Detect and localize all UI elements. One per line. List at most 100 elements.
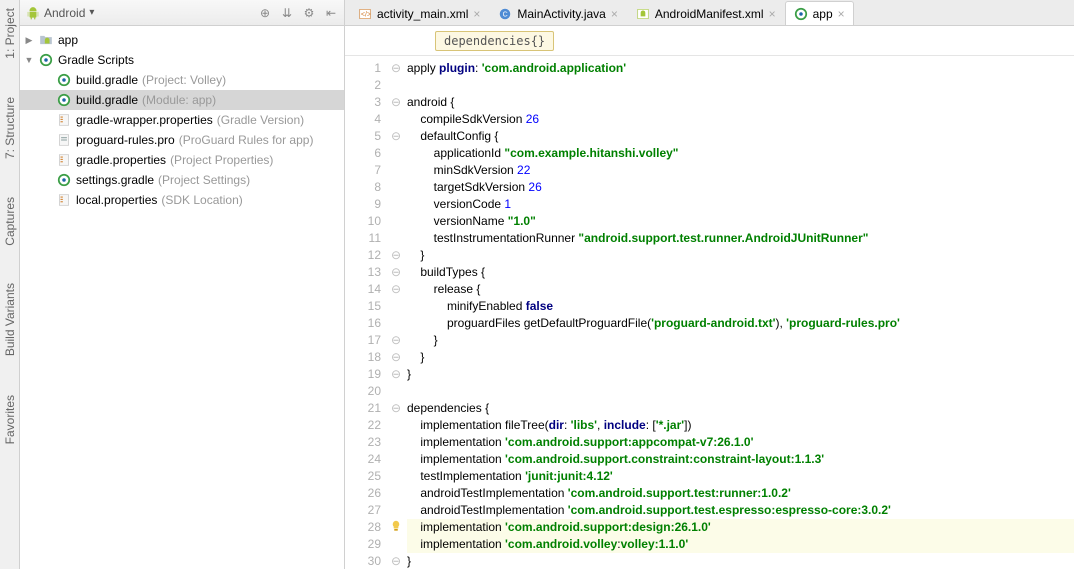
tree-row[interactable]: settings.gradle (Project Settings) [20, 170, 344, 190]
code-line[interactable]: apply plugin: 'com.android.application' [407, 60, 1074, 77]
tree-row[interactable]: ▼ Gradle Scripts [20, 50, 344, 70]
panel-header: Android ▾ ⊕ ⇊ ⚙ ⇤ [20, 0, 344, 26]
code-line[interactable]: implementation 'com.android.volley:volle… [407, 536, 1074, 553]
tree-label: build.gradle [76, 93, 138, 107]
caret-icon[interactable]: ▶ [24, 35, 34, 46]
panel-header-actions: ⊕ ⇊ ⚙ ⇤ [258, 6, 338, 20]
fold-marker[interactable]: ⊖ [389, 366, 403, 383]
xml-icon: </> [358, 7, 372, 21]
fold-column[interactable]: ⊖⊖⊖⊖⊖⊖⊖⊖⊖⊖⊖ [389, 56, 403, 569]
fold-marker[interactable]: ⊖ [389, 332, 403, 349]
fold-marker [389, 196, 403, 213]
sidebar-tab-structure[interactable]: 7: Structure [1, 93, 19, 163]
editor-tab[interactable]: app× [785, 1, 854, 25]
code-editor[interactable]: 1234567891011121314151617181920212223242… [345, 56, 1074, 569]
caret-icon[interactable]: ▼ [24, 55, 34, 65]
tree-row[interactable]: gradle.properties (Project Properties) [20, 150, 344, 170]
tree-hint: (SDK Location) [161, 193, 242, 207]
fold-marker[interactable]: ⊖ [389, 553, 403, 569]
code-line[interactable]: } [407, 553, 1074, 569]
fold-marker[interactable]: ⊖ [389, 281, 403, 298]
tree-row[interactable]: build.gradle (Project: Volley) [20, 70, 344, 90]
editor-tab[interactable]: </>activity_main.xml× [349, 1, 489, 25]
code-line[interactable] [407, 77, 1074, 94]
hide-panel-icon[interactable]: ⇤ [324, 6, 338, 20]
fold-marker [389, 77, 403, 94]
code-line[interactable]: android { [407, 94, 1074, 111]
code-content[interactable]: apply plugin: 'com.android.application' a… [403, 56, 1074, 569]
gear-icon[interactable]: ⚙ [302, 6, 316, 20]
fold-marker[interactable]: ⊖ [389, 128, 403, 145]
code-line[interactable]: applicationId "com.example.hitanshi.voll… [407, 145, 1074, 162]
folder-app-icon [38, 32, 54, 48]
tree-row[interactable]: proguard-rules.pro (ProGuard Rules for a… [20, 130, 344, 150]
fold-marker [389, 179, 403, 196]
sidebar-tab-favorites[interactable]: Favorites [1, 391, 19, 448]
code-line[interactable]: buildTypes { [407, 264, 1074, 281]
fold-marker [389, 434, 403, 451]
code-line[interactable]: targetSdkVersion 26 [407, 179, 1074, 196]
sidebar-tab-project[interactable]: 1: Project [1, 4, 19, 63]
close-icon[interactable]: × [838, 7, 845, 21]
tree-label: build.gradle [76, 73, 138, 87]
close-icon[interactable]: × [473, 7, 480, 21]
panel-view-dropdown[interactable]: Android ▾ [26, 6, 250, 20]
line-gutter: 1234567891011121314151617181920212223242… [345, 56, 389, 569]
line-number: 12 [345, 247, 381, 264]
line-number: 11 [345, 230, 381, 247]
sidebar-tab-build-variants[interactable]: Build Variants [1, 279, 19, 360]
line-number: 20 [345, 383, 381, 400]
android-icon [26, 6, 40, 20]
fold-marker[interactable]: ⊖ [389, 349, 403, 366]
code-line[interactable]: } [407, 332, 1074, 349]
tree-label: Gradle Scripts [58, 53, 134, 67]
scroll-to-source-icon[interactable]: ⊕ [258, 6, 272, 20]
code-line[interactable]: androidTestImplementation 'com.android.s… [407, 485, 1074, 502]
tree-row[interactable]: gradle-wrapper.properties (Gradle Versio… [20, 110, 344, 130]
code-line[interactable]: testInstrumentationRunner "android.suppo… [407, 230, 1074, 247]
fold-marker [389, 485, 403, 502]
tree-row[interactable]: local.properties (SDK Location) [20, 190, 344, 210]
close-icon[interactable]: × [611, 7, 618, 21]
code-line[interactable]: versionCode 1 [407, 196, 1074, 213]
fold-marker [389, 468, 403, 485]
fold-marker [389, 145, 403, 162]
project-tree[interactable]: ▶ app ▼ Gradle Scripts build.gradle (Project… [20, 26, 344, 569]
code-line[interactable]: } [407, 247, 1074, 264]
code-line[interactable]: minifyEnabled false [407, 298, 1074, 315]
code-line[interactable]: testImplementation 'junit:junit:4.12' [407, 468, 1074, 485]
code-line[interactable]: release { [407, 281, 1074, 298]
code-line[interactable]: versionName "1.0" [407, 213, 1074, 230]
code-line[interactable]: proguardFiles getDefaultProguardFile('pr… [407, 315, 1074, 332]
code-line[interactable]: implementation 'com.android.support.cons… [407, 451, 1074, 468]
intention-bulb-icon[interactable] [389, 519, 403, 533]
fold-marker[interactable]: ⊖ [389, 400, 403, 417]
line-number: 22 [345, 417, 381, 434]
collapse-all-icon[interactable]: ⇊ [280, 6, 294, 20]
code-line[interactable]: implementation fileTree(dir: 'libs', inc… [407, 417, 1074, 434]
code-line[interactable]: } [407, 366, 1074, 383]
fold-marker[interactable]: ⊖ [389, 60, 403, 77]
code-line[interactable]: implementation 'com.android.support:appc… [407, 434, 1074, 451]
fold-marker[interactable]: ⊖ [389, 247, 403, 264]
tree-hint: (Module: app) [142, 93, 216, 107]
editor-tab[interactable]: AndroidManifest.xml× [627, 1, 785, 25]
line-number: 4 [345, 111, 381, 128]
code-line[interactable]: androidTestImplementation 'com.android.s… [407, 502, 1074, 519]
code-line[interactable]: dependencies { [407, 400, 1074, 417]
code-line[interactable]: defaultConfig { [407, 128, 1074, 145]
code-line[interactable]: } [407, 349, 1074, 366]
editor-tab[interactable]: CMainActivity.java× [489, 1, 627, 25]
tree-row[interactable]: build.gradle (Module: app) [20, 90, 344, 110]
close-icon[interactable]: × [769, 7, 776, 21]
sidebar-tab-captures[interactable]: Captures [1, 193, 19, 250]
tree-label: app [58, 33, 78, 47]
fold-marker[interactable]: ⊖ [389, 264, 403, 281]
code-line[interactable] [407, 383, 1074, 400]
code-line[interactable]: implementation 'com.android.support:desi… [407, 519, 1074, 536]
fold-marker[interactable]: ⊖ [389, 94, 403, 111]
code-line[interactable]: compileSdkVersion 26 [407, 111, 1074, 128]
breadcrumb-item[interactable]: dependencies{} [435, 31, 554, 51]
tree-row[interactable]: ▶ app [20, 30, 344, 50]
code-line[interactable]: minSdkVersion 22 [407, 162, 1074, 179]
